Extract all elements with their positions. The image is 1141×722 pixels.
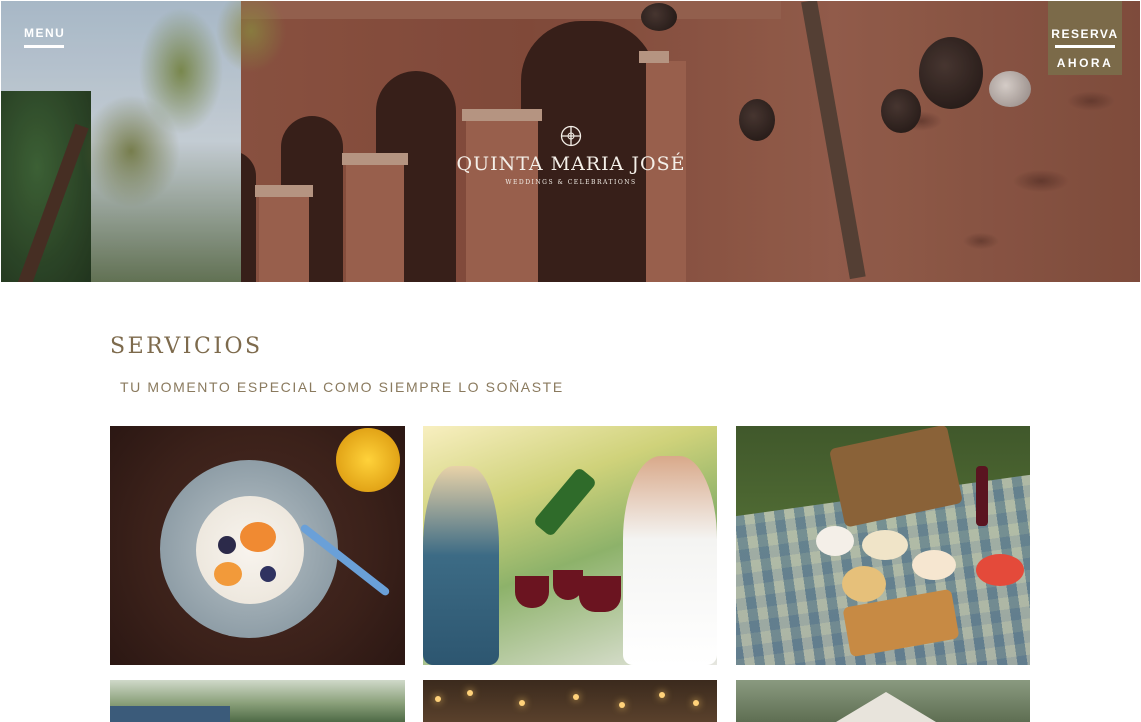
- menu-underline: [24, 45, 64, 48]
- section-title: SERVICIOS: [110, 334, 263, 359]
- service-card-food[interactable]: [110, 426, 405, 665]
- service-card-garden[interactable]: [110, 680, 405, 722]
- reserve-now-button[interactable]: RESERVA AHORA: [1048, 1, 1122, 75]
- menu-button[interactable]: MENU: [24, 26, 65, 40]
- hero-banner: QUINTA MARIA JOSÉ WEDDINGS & CELEBRATION…: [1, 1, 1140, 282]
- logo-tagline: WEDDINGS & CELEBRATIONS: [505, 179, 637, 186]
- logo-name: QUINTA MARIA JOSÉ: [456, 153, 686, 175]
- reserve-label: RESERVA: [1051, 27, 1119, 41]
- site-logo[interactable]: QUINTA MARIA JOSÉ WEDDINGS & CELEBRATION…: [421, 125, 721, 186]
- reserve-label-now: AHORA: [1056, 56, 1114, 70]
- service-card-tent[interactable]: [736, 680, 1030, 722]
- section-subtitle: TU MOMENTO ESPECIAL COMO SIEMPRE LO SOÑA…: [120, 379, 564, 395]
- service-card-picnic[interactable]: [736, 426, 1030, 665]
- service-card-lights[interactable]: [423, 680, 717, 722]
- reserve-divider: [1055, 45, 1115, 48]
- cross-circle-icon: [560, 125, 582, 147]
- service-card-wine[interactable]: [423, 426, 717, 665]
